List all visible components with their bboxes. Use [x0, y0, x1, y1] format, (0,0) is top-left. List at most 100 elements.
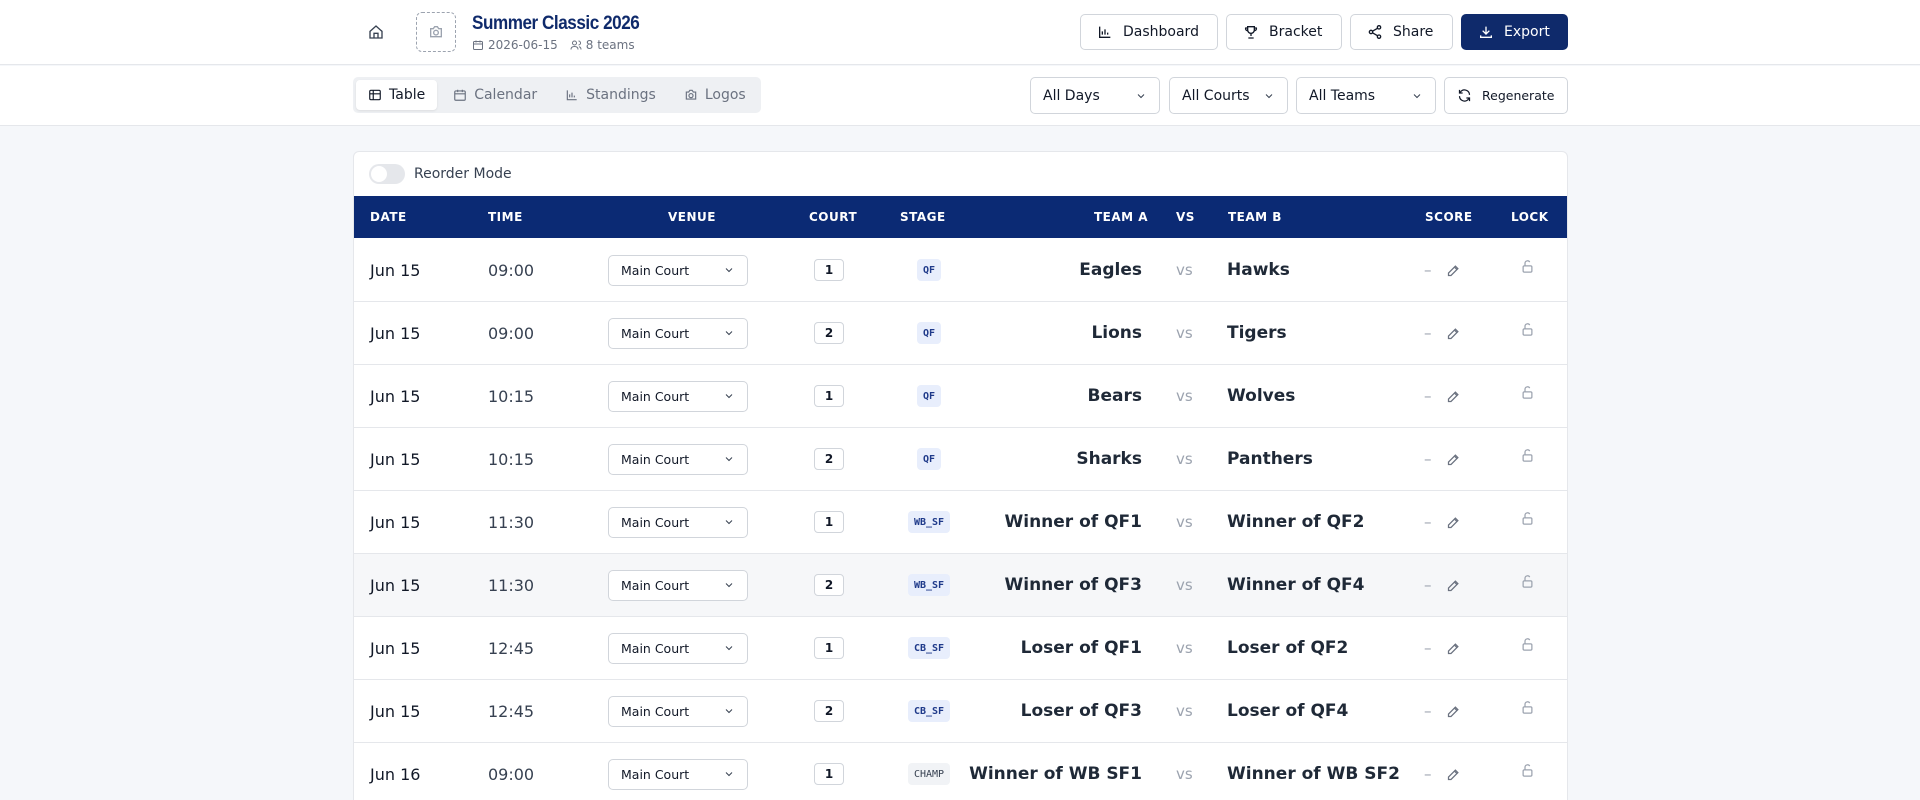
chevron-down-icon [1137, 93, 1145, 98]
stage-badge: CHAMP [907, 763, 951, 785]
venue-value: Main Court [621, 640, 690, 656]
table-row[interactable]: Jun 15 09:00 Main Court 2 QF Lions vs Tigers – [354, 302, 1567, 365]
score-value: – [1424, 261, 1432, 279]
team-b-name: Tigers [1227, 323, 1287, 343]
venue-select[interactable]: Main Court [608, 506, 748, 538]
venue-select[interactable]: Main Court [608, 443, 748, 475]
reorder-mode-toggle[interactable] [369, 164, 405, 184]
stage-badge: QF [916, 385, 942, 407]
col-court: COURT [809, 210, 858, 224]
team-a-name: Lions [1091, 323, 1142, 343]
tab-calendar[interactable]: Calendar [441, 80, 549, 110]
lock-toggle[interactable] [1520, 550, 1535, 612]
team-filter-value: All Teams [1309, 87, 1376, 104]
venue-select[interactable]: Main Court [608, 317, 748, 349]
lock-toggle[interactable] [1520, 298, 1535, 360]
tournament-meta: 2026-06-15 8 teams [472, 38, 635, 52]
regenerate-button[interactable]: Regenerate [1444, 77, 1568, 114]
lock-toggle[interactable] [1520, 613, 1535, 675]
court-filter-value: All Courts [1182, 87, 1250, 104]
table-row[interactable]: Jun 15 11:30 Main Court 2 WB_SF Winner of QF3… [354, 554, 1567, 617]
regenerate-label: Regenerate [1482, 88, 1555, 103]
table-row[interactable]: Jun 15 10:15 Main Court 2 QF Sharks vs Panthers… [354, 428, 1567, 491]
table-row[interactable]: Jun 15 12:45 Main Court 1 CB_SF Loser of QF1 v… [354, 617, 1567, 680]
venue-select[interactable]: Main Court [608, 380, 748, 412]
tab-table[interactable]: Table [356, 80, 438, 110]
export-button[interactable]: Export [1461, 14, 1568, 50]
team-a-name: Eagles [1079, 260, 1142, 280]
col-score: SCORE [1425, 210, 1473, 224]
court-filter-select[interactable]: All Courts [1169, 77, 1288, 114]
lock-toggle[interactable] [1520, 235, 1535, 297]
share-button[interactable]: Share [1350, 14, 1453, 50]
edit-score-button[interactable] [1446, 641, 1461, 656]
tournament-logo-upload[interactable] [416, 12, 456, 52]
day-filter-select[interactable]: All Days [1030, 77, 1160, 114]
team-b-name: Panthers [1227, 449, 1313, 469]
table-row[interactable]: Jun 15 09:00 Main Court 1 QF Eagles vs Hawks – [354, 239, 1567, 302]
table-row[interactable]: Jun 15 10:15 Main Court 1 QF Bears vs Wolves – [354, 365, 1567, 428]
unlock-icon [1522, 763, 1533, 777]
edit-score-button[interactable] [1446, 389, 1461, 404]
match-time: 11:30 [488, 575, 535, 595]
edit-score-button[interactable] [1446, 704, 1461, 719]
tournament-team-count: 8 teams [570, 38, 635, 52]
stage-badge: QF [916, 322, 942, 344]
unlock-icon [1522, 574, 1533, 588]
vs-label: vs [1176, 387, 1193, 405]
table-row[interactable]: Jun 16 09:00 Main Court 1 CHAMP Winner of WB … [354, 743, 1567, 800]
tab-standings[interactable]: Standings [553, 80, 668, 110]
edit-score-button[interactable] [1446, 326, 1461, 341]
tab-logos[interactable]: Logos [672, 80, 758, 110]
tab-calendar-label: Calendar [474, 87, 538, 103]
edit-score-button[interactable] [1446, 515, 1461, 530]
table-header: DATE TIME VENUE COURT STAGE TEAM A VS TE… [354, 196, 1567, 238]
venue-select[interactable]: Main Court [608, 632, 748, 664]
lock-toggle[interactable] [1520, 676, 1535, 738]
court-cell: 1 [814, 239, 844, 301]
venue-select[interactable]: Main Court [608, 569, 748, 601]
score-cell: – [1424, 680, 1461, 742]
table-row[interactable]: Jun 15 11:30 Main Court 1 WB_SF Winner of QF1… [354, 491, 1567, 554]
lock-toggle[interactable] [1520, 739, 1535, 800]
venue-cell: Main Court [608, 554, 748, 616]
dashboard-button[interactable]: Dashboard [1080, 14, 1218, 50]
match-date: Jun 15 [370, 701, 421, 721]
match-time: 09:00 [488, 260, 535, 280]
lock-toggle[interactable] [1520, 487, 1535, 549]
tab-logos-label: Logos [704, 87, 746, 103]
venue-value: Main Court [621, 577, 690, 593]
venue-value: Main Court [621, 766, 690, 782]
lock-toggle[interactable] [1520, 361, 1535, 423]
team-filter-select[interactable]: All Teams [1296, 77, 1436, 114]
bracket-button[interactable]: Bracket [1226, 14, 1342, 50]
edit-score-button[interactable] [1446, 452, 1461, 467]
match-date: Jun 15 [370, 323, 421, 343]
vs-label: vs [1176, 450, 1193, 468]
edit-score-button[interactable] [1446, 263, 1461, 278]
edit-score-button[interactable] [1446, 767, 1461, 782]
match-date: Jun 15 [370, 638, 421, 658]
refresh-icon [1458, 89, 1471, 102]
team-a-name: Winner of QF1 [1004, 512, 1142, 532]
unlock-icon [1522, 637, 1533, 651]
venue-select[interactable]: Main Court [608, 695, 748, 727]
table-row[interactable]: Jun 15 12:45 Main Court 2 CB_SF Loser of QF3 v… [354, 680, 1567, 743]
score-cell: – [1424, 554, 1461, 616]
venue-select[interactable]: Main Court [608, 758, 748, 790]
venue-value: Main Court [621, 514, 690, 530]
team-a-name: Bears [1087, 386, 1142, 406]
court-cell: 2 [814, 554, 844, 616]
venue-select[interactable]: Main Court [608, 254, 748, 286]
score-cell: – [1424, 302, 1461, 364]
chevron-down-icon [725, 268, 733, 273]
lock-toggle[interactable] [1520, 424, 1535, 486]
home-button[interactable] [363, 19, 389, 45]
share-icon [1368, 25, 1382, 39]
stage-badge: WB_SF [907, 511, 951, 533]
venue-value: Main Court [621, 325, 690, 341]
team-b-name: Loser of QF2 [1227, 638, 1349, 658]
view-toolbar: Table Calendar Standings Logos All Days … [0, 66, 1920, 126]
edit-score-button[interactable] [1446, 578, 1461, 593]
share-label: Share [1393, 24, 1434, 40]
